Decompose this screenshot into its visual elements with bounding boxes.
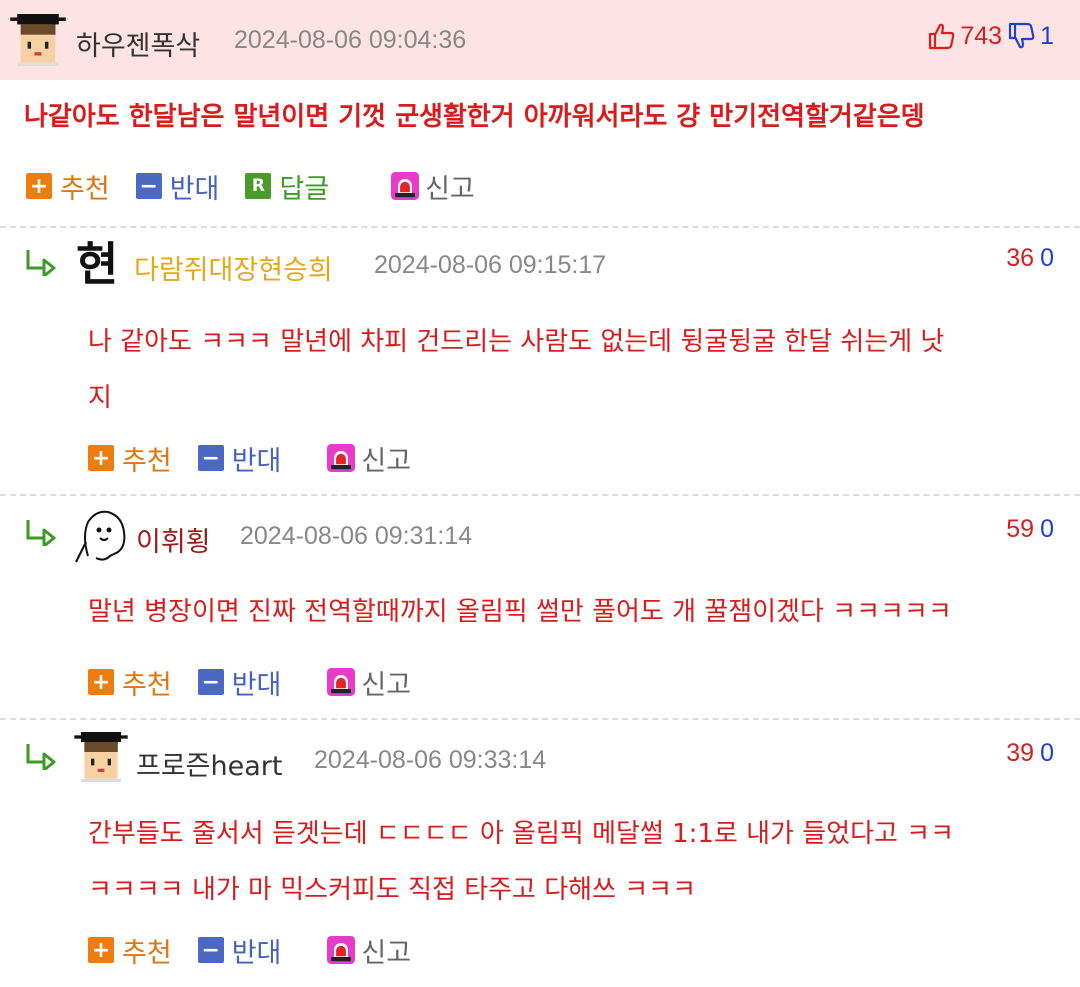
report-button[interactable]: 신고: [391, 167, 475, 206]
pixel-graduate-avatar-icon[interactable]: [74, 732, 128, 782]
like-count: 59: [1006, 515, 1035, 543]
reply-actions: + 추천 − 반대 신고: [88, 662, 437, 702]
reply-badge-icon: R: [245, 173, 272, 199]
reply-votes: 59 0: [1006, 515, 1054, 544]
comment-body: 나같아도 한달남은 말년이면 기껏 군생활한거 아까워서라도 걍 만기전역할거같…: [24, 102, 925, 132]
plus-icon: +: [26, 173, 52, 199]
reply-votes: 39 0: [1006, 739, 1054, 768]
report-label: 신고: [425, 173, 475, 205]
plus-icon: +: [88, 445, 114, 471]
reply-arrow-icon: [24, 518, 60, 546]
siren-icon: [327, 668, 355, 696]
oppose-button[interactable]: − 반대: [197, 663, 282, 702]
report-button[interactable]: 신고: [327, 439, 411, 478]
like-count: 39: [1006, 739, 1035, 767]
reply-actions: + 추천 − 반대 신고: [88, 438, 437, 478]
reply-body-line: ㅋㅋㅋㅋ 내가 마 믹스커피도 직접 타주고 다해쓰 ㅋㅋㅋ: [88, 875, 697, 905]
reply-body-line: 나 같아도 ㅋㅋㅋ 말년에 차피 건드리는 사람도 없는데 뒹굴뒹굴 한달 쉬는…: [88, 327, 945, 357]
divider: [0, 718, 1080, 720]
like-count: 743: [960, 21, 1003, 50]
minus-icon: −: [197, 669, 224, 695]
recommend-label: 추천: [60, 173, 110, 205]
reply-author[interactable]: 프로즌heart: [136, 744, 282, 783]
thumbs-down-icon[interactable]: [1006, 21, 1036, 51]
like-count: 36: [1006, 244, 1035, 272]
report-button[interactable]: 신고: [327, 931, 411, 970]
oppose-button[interactable]: − 반대: [197, 931, 282, 970]
recommend-button[interactable]: + 추천: [88, 439, 172, 478]
siren-icon: [327, 444, 355, 472]
top-comment: 하우젠폭삭 2024-08-06 09:04:36 743 1 나같아도 한달남…: [0, 0, 1080, 228]
pixel-graduate-avatar-icon[interactable]: [10, 14, 66, 66]
reply-body: 간부들도 줄서서 듣겟는데 ㄷㄷㄷㄷ 아 올림픽 메달썰 1:1로 내가 들었다…: [88, 806, 1068, 918]
reply-body: 나 같아도 ㅋㅋㅋ 말년에 차피 건드리는 사람도 없는데 뒹굴뒹굴 한달 쉬는…: [88, 314, 1058, 426]
dislike-count: 1: [1040, 21, 1054, 50]
vote-summary: 743 1: [926, 18, 1054, 54]
dislike-count: 0: [1040, 515, 1054, 543]
reply-body-line: 말년 병장이면 진짜 전역할때까지 올림픽 썰만 풀어도 개 꿀잼이겠다 ㅋㅋㅋ…: [88, 597, 952, 627]
thumbs-up-icon[interactable]: [926, 21, 956, 51]
comment-actions: + 추천 − 반대 R 답글 신고: [26, 166, 501, 206]
reply-arrow-icon: [24, 742, 60, 770]
recommend-button[interactable]: + 추천: [88, 931, 172, 970]
report-label: 신고: [361, 937, 412, 969]
reply-body: 말년 병장이면 진짜 전역할때까지 올림픽 썰만 풀어도 개 꿀잼이겠다 ㅋㅋㅋ…: [88, 584, 1058, 640]
dislike-count: 0: [1040, 739, 1054, 767]
oppose-label: 반대: [231, 937, 282, 969]
comment-author[interactable]: 하우젠폭삭: [76, 24, 200, 63]
oppose-label: 반대: [169, 173, 220, 205]
report-label: 신고: [361, 445, 412, 477]
reply-votes: 36 0: [1006, 244, 1054, 273]
report-button[interactable]: 신고: [327, 663, 411, 702]
recommend-label: 추천: [122, 445, 172, 477]
minus-icon: −: [135, 173, 162, 199]
reply-label: 답글: [279, 173, 330, 205]
oppose-button[interactable]: − 반대: [197, 439, 282, 478]
reply-actions: + 추천 − 반대 신고: [88, 930, 437, 970]
reply-body-line: 지: [88, 383, 112, 413]
oppose-label: 반대: [231, 669, 282, 701]
report-label: 신고: [361, 669, 412, 701]
reply-timestamp: 2024-08-06 09:31:14: [240, 522, 473, 550]
minus-icon: −: [197, 445, 224, 471]
ghost-avatar-icon[interactable]: [74, 506, 128, 564]
recommend-button[interactable]: + 추천: [88, 663, 172, 702]
plus-icon: +: [88, 669, 114, 695]
reply-timestamp: 2024-08-06 09:15:17: [374, 251, 607, 279]
recommend-button[interactable]: + 추천: [26, 167, 110, 206]
dislike-count: 0: [1040, 244, 1054, 272]
siren-icon: [391, 172, 419, 200]
reply-author[interactable]: 이휘횡: [136, 520, 211, 559]
plus-icon: +: [88, 937, 114, 963]
divider: [0, 226, 1080, 228]
oppose-label: 반대: [231, 445, 282, 477]
text-avatar[interactable]: 현: [76, 236, 124, 292]
reply-body-line: 간부들도 줄서서 듣겟는데 ㄷㄷㄷㄷ 아 올림픽 메달썰 1:1로 내가 들었다…: [88, 819, 955, 849]
reply-arrow-icon: [24, 248, 60, 276]
comment-header: 하우젠폭삭 2024-08-06 09:04:36 743 1: [0, 0, 1080, 80]
reply-button[interactable]: R 답글: [245, 167, 329, 206]
divider: [0, 494, 1080, 496]
comment-timestamp: 2024-08-06 09:04:36: [234, 26, 467, 54]
reply-timestamp: 2024-08-06 09:33:14: [314, 746, 547, 774]
minus-icon: −: [197, 937, 224, 963]
oppose-button[interactable]: − 반대: [135, 167, 220, 206]
recommend-label: 추천: [122, 669, 172, 701]
reply-author[interactable]: 다람쥐대장현승희: [134, 248, 333, 287]
siren-icon: [327, 936, 355, 964]
recommend-label: 추천: [122, 937, 172, 969]
